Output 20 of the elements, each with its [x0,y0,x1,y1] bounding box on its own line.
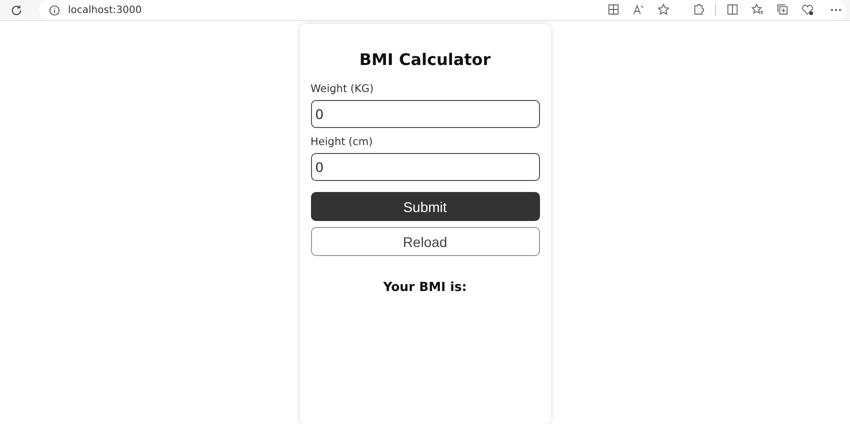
info-icon[interactable] [49,4,60,16]
collections-icon[interactable] [776,3,789,16]
star-icon[interactable] [657,3,670,16]
input-field[interactable]: 0 [310,100,540,128]
field-label: Height (cm) [310,136,374,148]
heart-icon[interactable] [801,3,814,16]
field-label: Weight (KG) [310,83,375,95]
result-text: Your BMI is: [382,279,468,294]
split-screen-icon[interactable] [726,3,739,16]
url-text[interactable]: localhost:3000 [68,4,142,16]
reload-icon[interactable] [10,4,23,16]
submit-button[interactable]: Submit [310,192,540,221]
reload-button[interactable]: Reload [310,227,540,256]
form-title: BMI Calculator [358,50,492,69]
grid-icon[interactable] [607,3,620,16]
input-field[interactable]: 0 [310,153,540,181]
favorites-icon[interactable] [751,3,764,16]
read-aloud-icon[interactable] [632,3,645,16]
puzzle-icon[interactable] [692,3,705,16]
more-icon[interactable] [830,8,842,12]
